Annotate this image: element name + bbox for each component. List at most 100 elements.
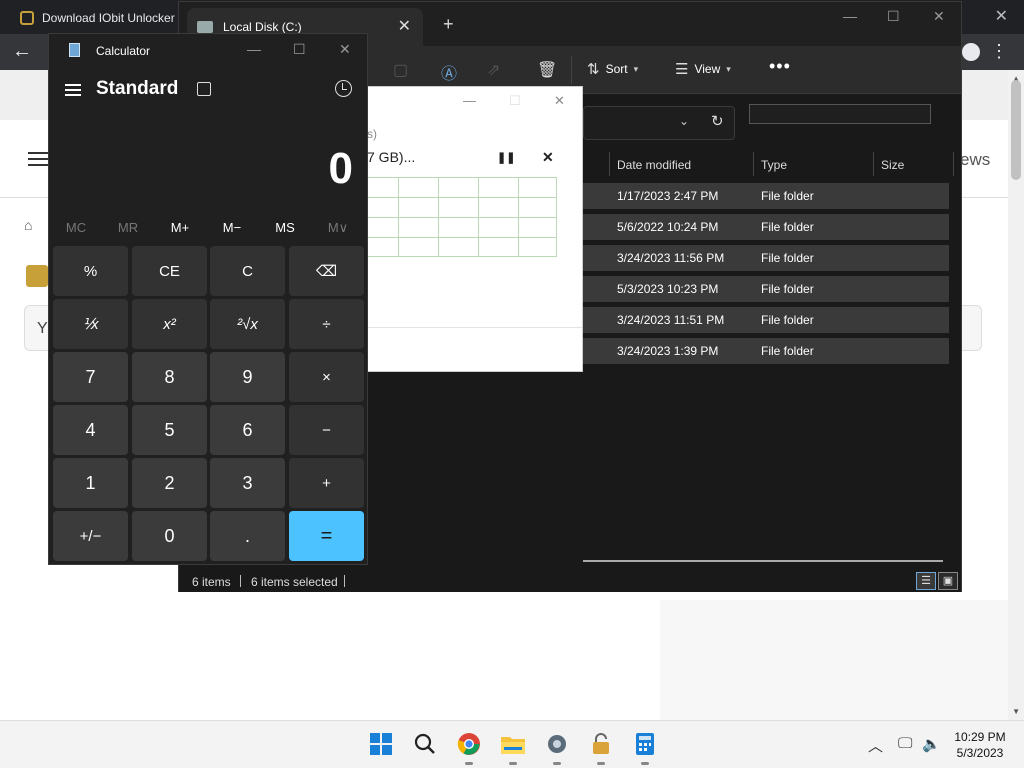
dialog-minimize-icon[interactable]: — (463, 93, 476, 108)
refresh-icon[interactable]: ↻ (711, 112, 724, 130)
cancel-icon[interactable]: ✕ (542, 149, 554, 166)
reciprocal-button[interactable]: ⅟x (53, 299, 128, 349)
sort-icon: ⇅ (587, 61, 600, 78)
calculator-taskbar-button[interactable] (632, 731, 658, 765)
column-type[interactable]: Type (761, 158, 787, 172)
rename-icon[interactable]: Ⓐ (441, 60, 457, 84)
volume-icon[interactable]: 🔈 (922, 735, 941, 753)
home-icon[interactable]: ⌂ (24, 217, 32, 233)
tab-close-icon[interactable]: ✕ (398, 16, 411, 36)
profile-icon[interactable] (962, 43, 980, 61)
memory-add-button[interactable]: M+ (154, 220, 206, 235)
close-window-icon[interactable]: ✕ (933, 8, 945, 25)
digit-9-button[interactable]: 9 (210, 352, 285, 402)
decimal-button[interactable]: . (210, 511, 285, 561)
digit-5-button[interactable]: 5 (132, 405, 207, 455)
running-indicator (641, 762, 649, 765)
digit-2-button[interactable]: 2 (132, 458, 207, 508)
memory-list-button[interactable]: M∨ (312, 220, 364, 236)
chevron-up-icon[interactable]: ︿ (868, 735, 883, 756)
unlocker-icon (20, 11, 34, 25)
maximize-icon[interactable]: ☐ (293, 41, 306, 58)
delete-icon[interactable]: 🗑 (537, 60, 557, 80)
details-view-icon[interactable]: ☰ (916, 572, 936, 590)
share-icon[interactable]: ⇗ (487, 60, 500, 80)
close-icon[interactable]: ✕ (339, 41, 351, 58)
minimize-icon[interactable]: — (247, 41, 261, 57)
minimize-icon[interactable]: — (843, 8, 857, 24)
maximize-icon[interactable]: ☐ (887, 8, 900, 25)
memory-clear-button[interactable]: MC (50, 220, 102, 235)
back-arrow-icon[interactable]: ← (12, 40, 32, 63)
tiles-view-icon[interactable]: ▣ (938, 572, 958, 590)
paste-icon[interactable]: ▢ (393, 60, 408, 80)
negate-button[interactable]: +/− (53, 511, 128, 561)
table-row[interactable]: 5/6/2022 10:24 PM File folder (583, 214, 949, 240)
row-type: File folder (761, 282, 814, 296)
add-button[interactable]: + (289, 458, 364, 508)
column-separator[interactable] (953, 152, 954, 176)
status-divider (344, 575, 345, 587)
chrome-taskbar-button[interactable] (456, 731, 482, 765)
scroll-down-icon[interactable]: ▼ (1012, 707, 1020, 716)
pause-icon[interactable]: ❚❚ (497, 151, 515, 164)
column-date-modified[interactable]: Date modified (617, 158, 691, 172)
table-row[interactable]: 5/3/2023 10:23 PM File folder (583, 276, 949, 302)
column-separator[interactable] (609, 152, 610, 176)
clear-entry-button[interactable]: CE (132, 246, 207, 296)
table-row[interactable]: 3/24/2023 1:39 PM File folder (583, 338, 949, 364)
digit-7-button[interactable]: 7 (53, 352, 128, 402)
unlocker-taskbar-button[interactable] (588, 731, 614, 765)
row-date: 3/24/2023 11:56 PM (617, 251, 725, 265)
multiply-button[interactable]: × (289, 352, 364, 402)
memory-store-button[interactable]: MS (259, 220, 311, 235)
table-row[interactable]: 3/24/2023 11:56 PM File folder (583, 245, 949, 271)
digit-6-button[interactable]: 6 (210, 405, 285, 455)
table-row[interactable]: 1/17/2023 2:47 PM File folder (583, 183, 949, 209)
percent-button[interactable]: % (53, 246, 128, 296)
digit-0-button[interactable]: 0 (132, 511, 207, 561)
backspace-button[interactable]: ⌫ (289, 246, 364, 296)
history-icon[interactable] (335, 80, 352, 97)
browser-scroll-thumb[interactable] (1011, 80, 1021, 180)
taskbar: ︿ 🖵 🔈 10:29 PM 5/3/2023 (0, 720, 1024, 768)
browser-tab[interactable]: Download IObit Unlocker (10, 2, 185, 34)
start-button[interactable] (368, 731, 394, 757)
page-menu-icon[interactable] (28, 152, 48, 166)
file-explorer-taskbar-button[interactable] (500, 731, 526, 765)
keep-on-top-icon[interactable] (197, 82, 211, 96)
hamburger-menu-icon[interactable] (65, 84, 81, 96)
digit-1-button[interactable]: 1 (53, 458, 128, 508)
clear-button[interactable]: C (210, 246, 285, 296)
memory-subtract-button[interactable]: M− (206, 220, 258, 235)
horizontal-scrollbar[interactable] (583, 560, 943, 562)
explorer-search-input[interactable] (749, 104, 931, 124)
memory-recall-button[interactable]: MR (102, 220, 154, 235)
sort-button[interactable]: ⇅ Sort ▾ (587, 60, 638, 78)
browser-menu-icon[interactable]: ⋮ (990, 41, 1008, 62)
column-separator[interactable] (753, 152, 754, 176)
new-tab-icon[interactable]: + (443, 14, 454, 35)
square-button[interactable]: x² (132, 299, 207, 349)
system-clock[interactable]: 10:29 PM 5/3/2023 (940, 729, 1020, 761)
square-root-button[interactable]: ²√x (210, 299, 285, 349)
dialog-close-icon[interactable]: ✕ (554, 93, 565, 109)
settings-taskbar-button[interactable] (544, 731, 570, 765)
address-dropdown-icon[interactable]: ⌄ (679, 114, 689, 128)
app-logo-icon (26, 265, 48, 287)
view-button[interactable]: ☰ View ▾ (675, 60, 731, 78)
table-row[interactable]: 3/24/2023 11:51 PM File folder (583, 307, 949, 333)
subtract-button[interactable]: − (289, 405, 364, 455)
browser-close-icon[interactable]: ✕ (995, 6, 1008, 26)
column-size[interactable]: Size (881, 158, 904, 172)
search-button[interactable] (412, 731, 438, 757)
divide-button[interactable]: ÷ (289, 299, 364, 349)
digit-3-button[interactable]: 3 (210, 458, 285, 508)
equals-button[interactable]: = (289, 511, 364, 561)
network-icon[interactable]: 🖵 (898, 735, 912, 752)
column-separator[interactable] (873, 152, 874, 176)
page-nav-news-partial[interactable]: ews (960, 150, 990, 170)
digit-8-button[interactable]: 8 (132, 352, 207, 402)
more-options-icon[interactable]: ••• (769, 56, 791, 77)
digit-4-button[interactable]: 4 (53, 405, 128, 455)
